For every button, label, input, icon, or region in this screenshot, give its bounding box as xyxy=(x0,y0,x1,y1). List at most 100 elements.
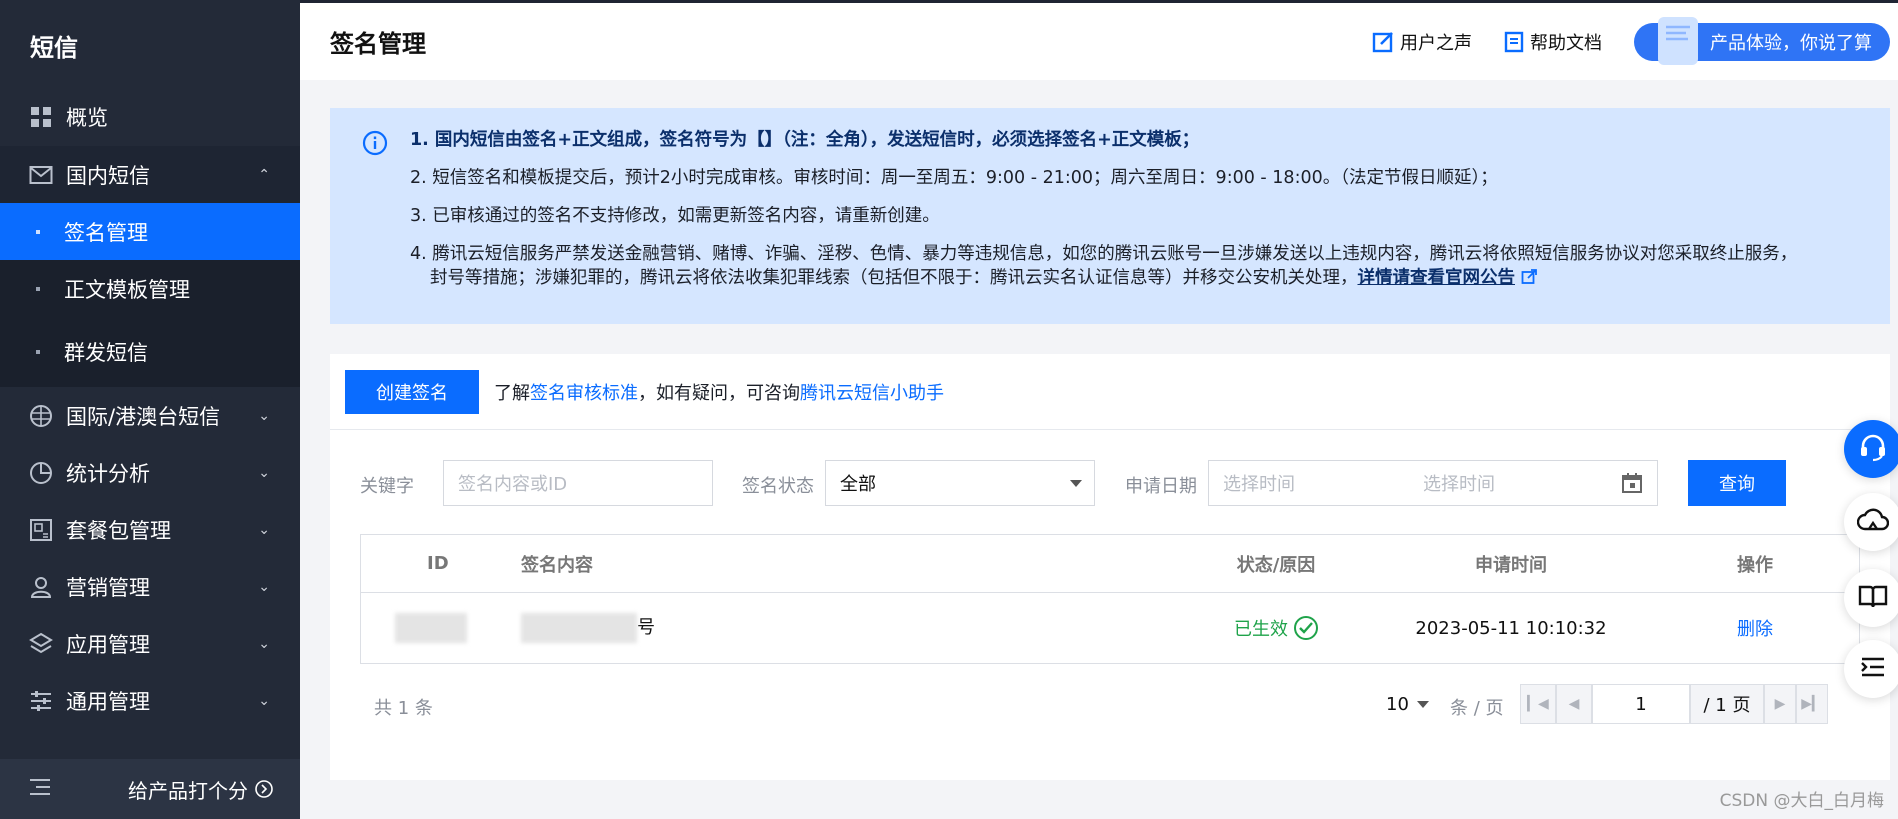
pie-chart-icon xyxy=(28,460,54,486)
page-header: 签名管理 用户之声 帮助文档 产品体验，你说了算 xyxy=(300,0,1898,80)
chevron-down-icon: ⌄ xyxy=(258,407,270,424)
keyword-input[interactable]: 签名内容或ID xyxy=(443,460,713,506)
chevron-down-icon: ⌄ xyxy=(258,464,270,481)
sidebar-subitem-bulk-sms[interactable]: 群发短信 xyxy=(0,317,300,387)
rate-product-link[interactable]: 给产品打个分 xyxy=(128,775,274,804)
total-pages: / 1 页 xyxy=(1690,684,1764,724)
sidebar-item-app-management[interactable]: 应用管理 ⌄ xyxy=(0,615,300,672)
cloud-button[interactable] xyxy=(1844,493,1898,551)
sidebar-item-domestic-sms[interactable]: 国内短信 ⌃ xyxy=(0,146,300,203)
delete-link[interactable]: 删除 xyxy=(1737,619,1773,640)
cell-content: 号 xyxy=(521,613,1181,643)
chevron-down-icon: ⌄ xyxy=(258,635,270,652)
signature-table: ID 签名内容 状态/原因 申请时间 操作 号 已生效 2023-05-11 1… xyxy=(360,534,1860,664)
mail-icon xyxy=(28,162,54,188)
next-page-icon: ▶ xyxy=(1774,696,1786,712)
notice-item-3: 3. 已审核通过的签名不支持修改，如需更新签名内容，请重新创建。 xyxy=(410,206,940,226)
grid-icon xyxy=(28,104,54,130)
page-number-input[interactable]: 1 xyxy=(1592,684,1690,724)
sidebar: 短信 概览 国内短信 ⌃ 签名管理 正文模板管理 群发短信 国际/港澳台短信 ⌄… xyxy=(0,0,300,819)
sidebar-item-label: 通用管理 xyxy=(66,689,150,714)
prev-page-button[interactable]: ◀ xyxy=(1556,684,1592,724)
sidebar-footer: 给产品打个分 xyxy=(0,759,300,819)
sidebar-item-general[interactable]: 通用管理 ⌄ xyxy=(0,672,300,729)
cell-status: 已生效 xyxy=(1181,615,1371,641)
notice-item-2: 2. 短信签名和模板提交后，预计2小时完成审核。审核时间：周一至周五：9:00 … xyxy=(410,168,1498,188)
sms-assistant-link[interactable]: 腾讯云短信小助手 xyxy=(800,383,944,404)
keyword-placeholder: 签名内容或ID xyxy=(458,474,568,495)
sidebar-item-international-sms[interactable]: 国际/港澳台短信 ⌄ xyxy=(0,387,300,444)
help-docs-link[interactable]: 帮助文档 xyxy=(1504,29,1602,55)
header-links: 用户之声 帮助文档 产品体验，你说了算 xyxy=(1372,16,1898,65)
cell-id xyxy=(361,613,521,643)
cloud-icon xyxy=(1856,507,1890,537)
package-icon xyxy=(28,517,54,543)
sidebar-item-label: 国际/港澳台短信 xyxy=(66,404,221,429)
check-circle-icon xyxy=(1294,616,1318,640)
status-select[interactable]: 全部 xyxy=(825,460,1095,506)
last-page-icon: ▶▎ xyxy=(1801,696,1823,712)
globe-icon xyxy=(28,403,54,429)
feedback-button[interactable]: 产品体验，你说了算 xyxy=(1634,16,1890,65)
docs-button[interactable] xyxy=(1844,569,1898,627)
sidebar-item-package[interactable]: 套餐包管理 ⌄ xyxy=(0,501,300,558)
rate-product-label: 给产品打个分 xyxy=(128,778,248,803)
info-icon xyxy=(362,130,388,160)
arrow-circle-icon xyxy=(254,779,274,799)
cell-action: 删除 xyxy=(1651,615,1859,641)
sidebar-item-marketing[interactable]: 营销管理 ⌄ xyxy=(0,558,300,615)
bullet-icon xyxy=(36,350,40,354)
edit-icon xyxy=(1372,31,1394,53)
column-header-content: 签名内容 xyxy=(521,554,593,576)
page-size-select[interactable]: 10 xyxy=(1386,694,1429,715)
feedback-illustration-icon xyxy=(1658,16,1698,65)
first-page-icon: ▎◀ xyxy=(1527,696,1549,712)
hint-prefix: 了解 xyxy=(494,382,530,404)
sidebar-subitem-signature[interactable]: 签名管理 xyxy=(0,203,300,260)
redacted-id xyxy=(395,613,467,643)
date-range-picker[interactable]: 选择时间 选择时间 xyxy=(1208,460,1658,506)
outline-button[interactable] xyxy=(1844,640,1898,698)
notice-item-4-text: 4. 腾讯云短信服务严禁发送金融营销、赌博、诈骗、淫秽、色情、暴力等违规信息，如… xyxy=(410,244,1798,288)
status-select-value: 全部 xyxy=(840,474,876,495)
page-title: 签名管理 xyxy=(330,30,426,58)
next-page-button[interactable]: ▶ xyxy=(1764,684,1796,724)
card-toolbar: 创建签名 了解签名审核标准，如有疑问，可咨询腾讯云短信小助手 xyxy=(330,354,1890,430)
announcement-link[interactable]: 详情请查看官网公告 xyxy=(1358,268,1516,288)
prev-page-icon: ◀ xyxy=(1568,696,1580,712)
caret-down-icon xyxy=(1070,480,1082,487)
date-start-placeholder: 选择时间 xyxy=(1223,474,1295,495)
sidebar-item-label: 统计分析 xyxy=(66,461,150,486)
sidebar-item-label: 概览 xyxy=(66,106,108,130)
status-badge: 已生效 xyxy=(1234,615,1318,641)
column-header-status: 状态/原因 xyxy=(1236,554,1316,576)
document-icon xyxy=(1504,31,1524,53)
sidebar-subitem-template[interactable]: 正文模板管理 xyxy=(0,260,300,317)
chevron-down-icon: ⌄ xyxy=(258,521,270,538)
cell-time: 2023-05-11 10:10:32 xyxy=(1415,617,1607,639)
review-standard-link[interactable]: 签名审核标准 xyxy=(530,383,638,404)
sliders-icon xyxy=(28,688,54,714)
sidebar-item-statistics[interactable]: 统计分析 ⌄ xyxy=(0,444,300,501)
notice-item-4: 4. 腾讯云短信服务严禁发送金融营销、赌博、诈骗、淫秽、色情、暴力等违规信息，如… xyxy=(410,242,1890,290)
status-label: 签名状态 xyxy=(742,476,814,497)
user-voice-link[interactable]: 用户之声 xyxy=(1372,29,1472,55)
first-page-button[interactable]: ▎◀ xyxy=(1520,684,1556,724)
date-end-placeholder: 选择时间 xyxy=(1423,474,1495,495)
user-icon xyxy=(28,574,54,600)
table-row: 号 已生效 2023-05-11 10:10:32 删除 xyxy=(361,593,1859,663)
sidebar-item-label: 国内短信 xyxy=(66,163,150,188)
customer-service-button[interactable] xyxy=(1844,420,1898,478)
chevron-up-icon: ⌃ xyxy=(258,166,270,183)
pagination: 共 1 条 10 条 / 页 ▎◀ ◀ 1 / 1 页 ▶ ▶▎ xyxy=(360,684,1860,724)
calendar-icon xyxy=(1621,472,1643,499)
last-page-button[interactable]: ▶▎ xyxy=(1796,684,1828,724)
query-button[interactable]: 查询 xyxy=(1688,460,1786,506)
sidebar-item-overview[interactable]: 概览 xyxy=(0,88,300,146)
filter-bar: 关键字 签名内容或ID 签名状态 全部 申请日期 选择时间 选择时间 查询 xyxy=(330,460,1890,506)
book-icon xyxy=(1858,583,1888,613)
create-signature-button[interactable]: 创建签名 xyxy=(345,369,479,414)
bullet-icon xyxy=(36,286,40,291)
menu-collapse-icon[interactable] xyxy=(28,777,52,802)
sidebar-submenu: 签名管理 正文模板管理 群发短信 xyxy=(0,203,300,387)
